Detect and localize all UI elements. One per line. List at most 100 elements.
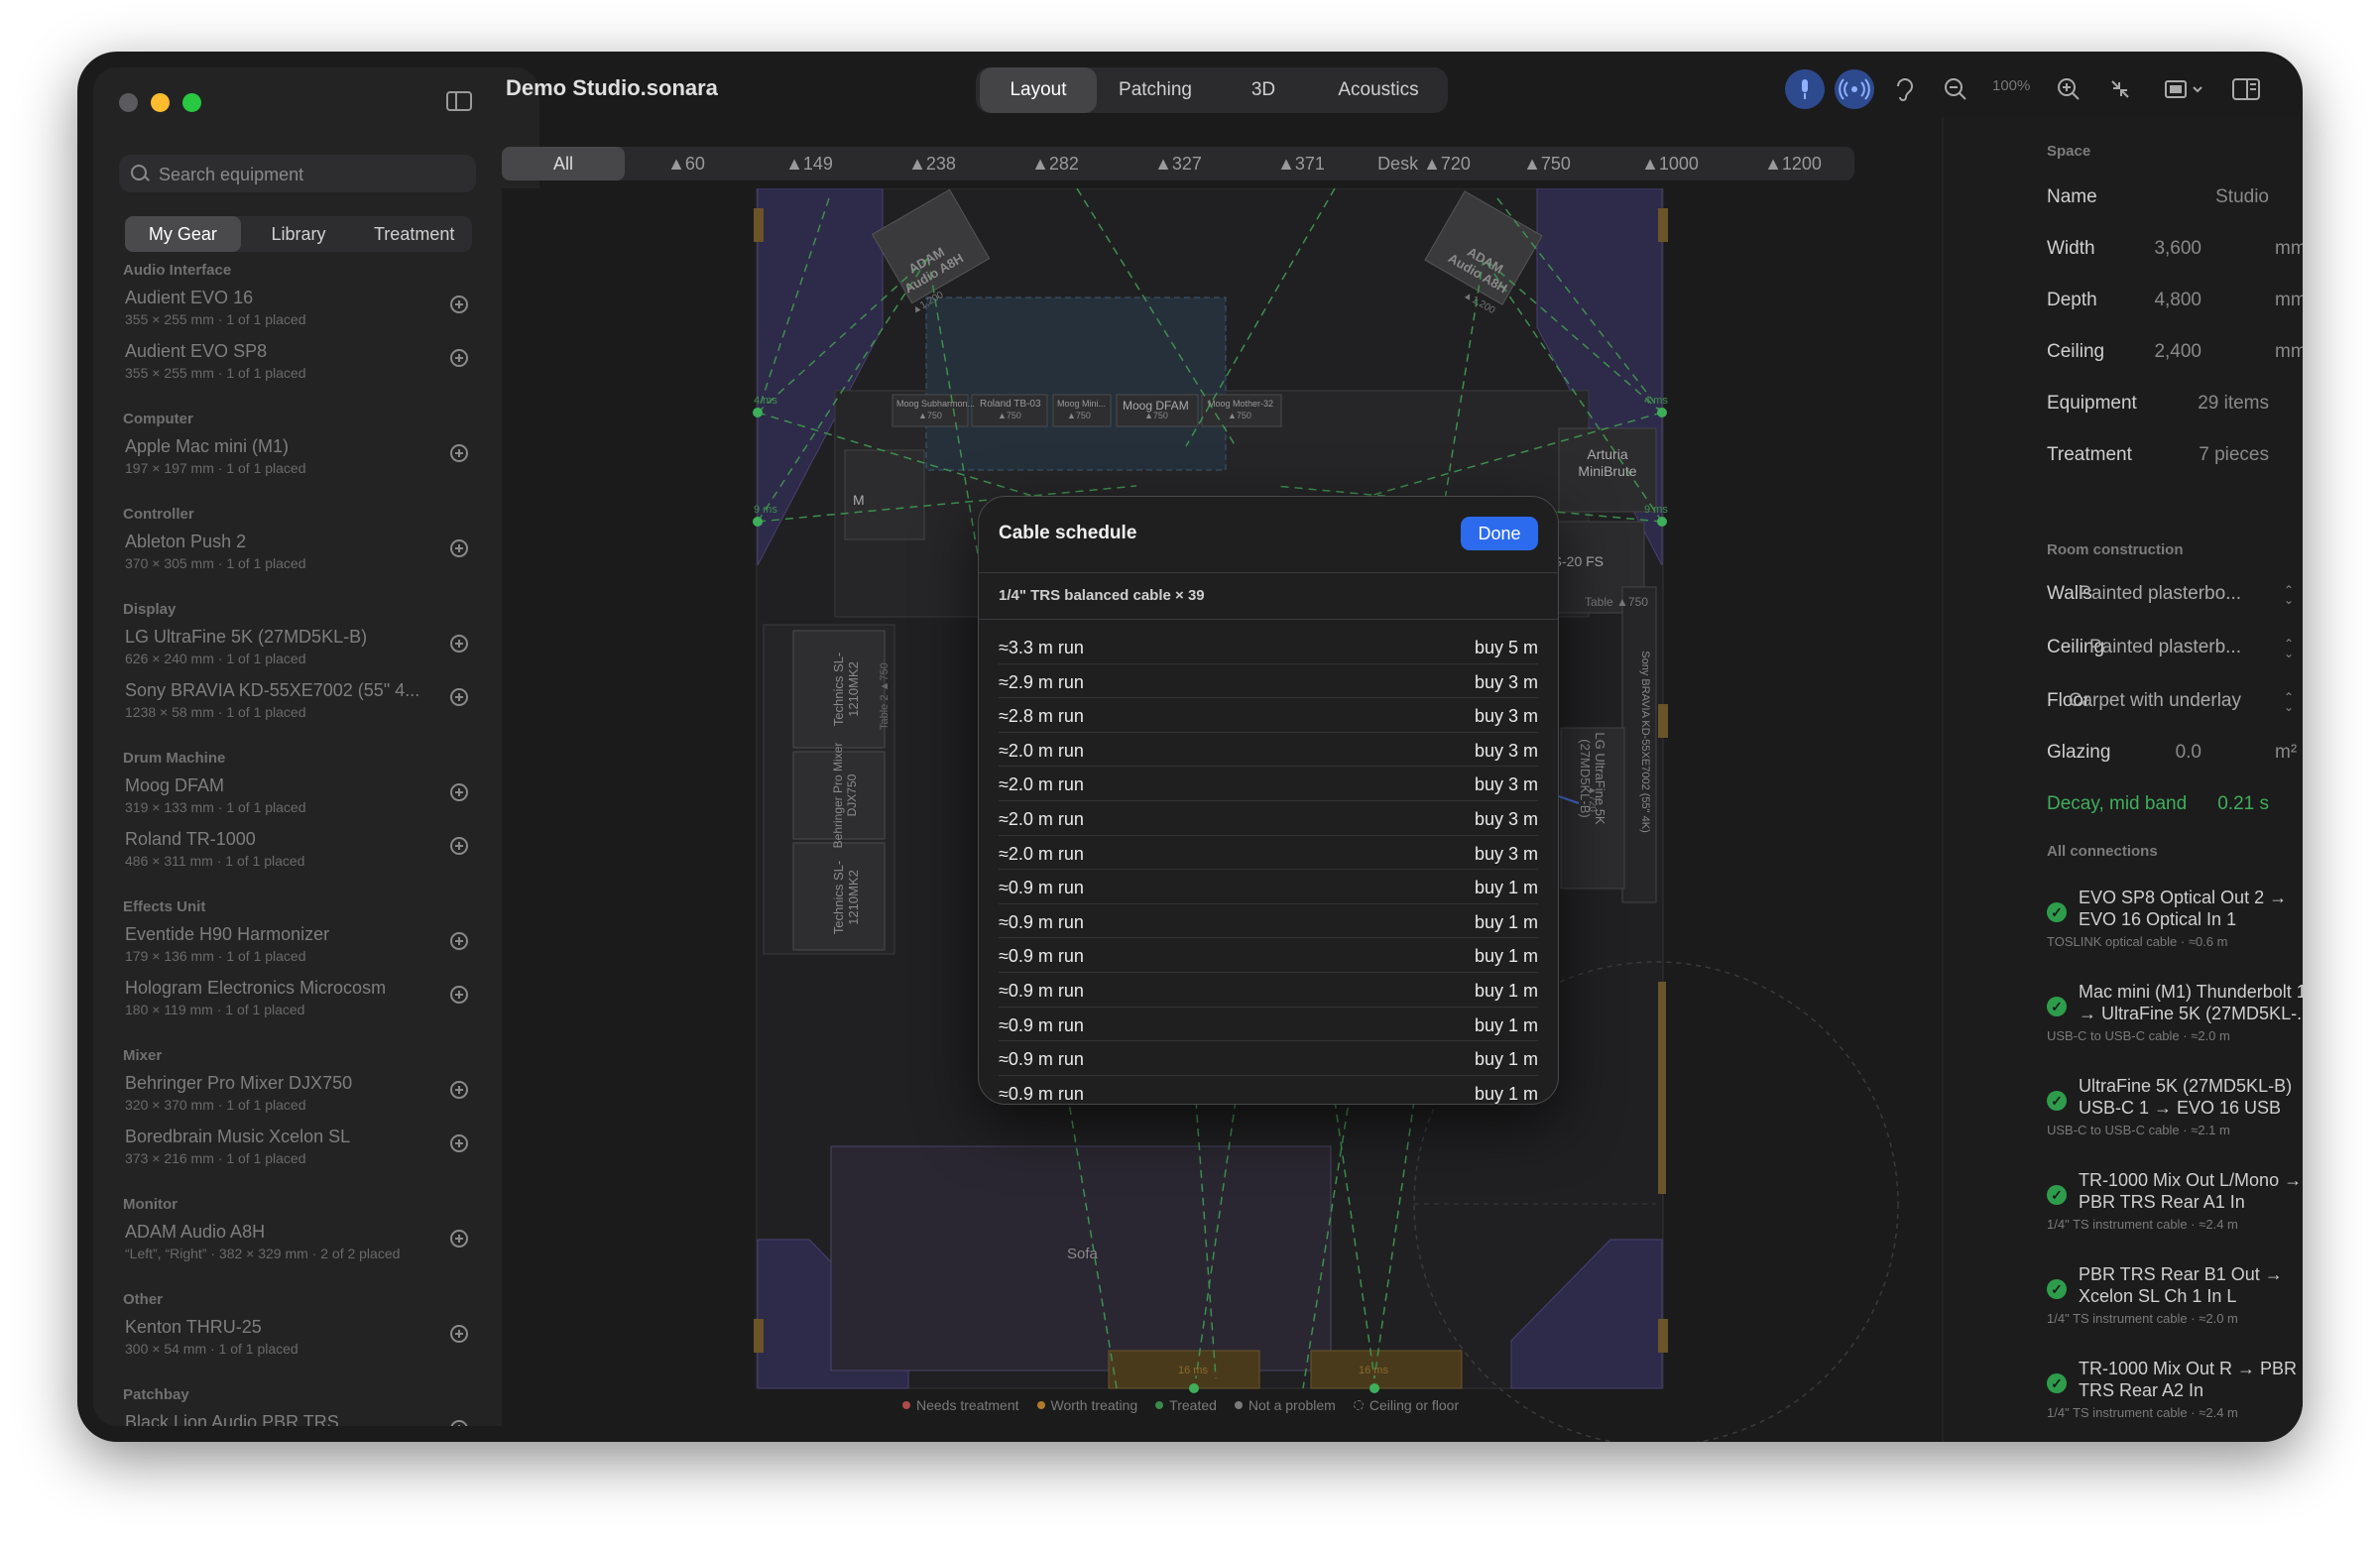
- search-icon: [131, 165, 147, 180]
- minimize-window-button[interactable]: [151, 93, 170, 112]
- height-filter-4[interactable]: ▲282: [994, 147, 1117, 180]
- prop-value[interactable]: 29 items: [2198, 393, 2269, 415]
- construction-select[interactable]: Painted plasterb...: [2089, 637, 2241, 658]
- equipment-name[interactable]: Sony BRAVIA KD-55XE7002 (55" 4...: [125, 680, 452, 701]
- done-button[interactable]: Done: [1461, 517, 1538, 550]
- tab-library[interactable]: Library: [241, 216, 357, 252]
- add-icon[interactable]: [450, 349, 468, 367]
- height-filter-9[interactable]: ▲1000: [1608, 147, 1731, 180]
- arturia-label: Arturia MiniBrute: [1578, 446, 1637, 479]
- prop-value[interactable]: 7 pieces: [2199, 444, 2269, 466]
- microphone-button[interactable]: [1785, 69, 1825, 109]
- tab-patching[interactable]: Patching: [1097, 67, 1214, 113]
- tab-my-gear[interactable]: My Gear: [125, 216, 241, 252]
- add-icon[interactable]: [450, 783, 468, 801]
- stepper-chevron-icon[interactable]: ⌃ ⌄: [2281, 584, 2297, 607]
- display-menu-button[interactable]: [2156, 69, 2211, 109]
- reflection-marker: [1658, 704, 1668, 738]
- height-filter-0[interactable]: All: [502, 147, 625, 180]
- cable-row: ≈0.9 m run buy 1 m: [999, 1008, 1538, 1042]
- equipment-name[interactable]: Audient EVO SP8: [125, 341, 452, 362]
- add-icon[interactable]: [450, 837, 468, 855]
- prop-value[interactable]: Studio: [2215, 186, 2269, 208]
- stepper-chevron-icon[interactable]: ⌃ ⌄: [2281, 691, 2297, 714]
- add-icon[interactable]: [450, 986, 468, 1004]
- equipment-name[interactable]: Kenton THRU-25: [125, 1317, 452, 1338]
- construction-select[interactable]: Painted plasterbo...: [2079, 583, 2241, 605]
- prop-value[interactable]: 4,800: [2154, 290, 2202, 311]
- cable-row: ≈2.0 m run buy 3 m: [999, 836, 1538, 871]
- sidebar-toggle-icon[interactable]: [446, 91, 472, 111]
- add-icon[interactable]: [450, 1325, 468, 1343]
- tab-layout[interactable]: Layout: [980, 67, 1097, 113]
- app-window: My Gear Library Treatment Audio Interfac…: [77, 52, 2303, 1442]
- connection-row[interactable]: ✓ EVO SP8 Optical Out 2 → EVO 16 Optical …: [2047, 887, 2303, 976]
- broadcast-button[interactable]: [1835, 69, 1874, 109]
- prop-label: Ceiling: [2047, 341, 2105, 362]
- synth-height: ▲750: [1228, 411, 1251, 420]
- equipment-name[interactable]: LG UltraFine 5K (27MD5KL-B): [125, 627, 452, 648]
- add-icon[interactable]: [450, 1081, 468, 1099]
- search-input[interactable]: [157, 155, 468, 194]
- legend-item: Needs treatment: [902, 1397, 1019, 1413]
- equipment-name[interactable]: Apple Mac mini (M1): [125, 436, 452, 457]
- listen-button[interactable]: [1884, 69, 1924, 109]
- maximize-window-button[interactable]: [182, 93, 201, 112]
- add-icon[interactable]: [450, 932, 468, 950]
- height-filter-8[interactable]: ▲750: [1486, 147, 1608, 180]
- connection-row[interactable]: ✓ TR-1000 Mix Out R → PBR TRS Rear A2 In 1…: [2047, 1358, 2303, 1442]
- connection-row[interactable]: ✓ Mac mini (M1) Thunderbolt 1 → UltraFine…: [2047, 981, 2303, 1070]
- construction-select[interactable]: Carpet with underlay: [2069, 690, 2241, 712]
- height-filter-2[interactable]: ▲149: [748, 147, 871, 180]
- cable-buy-length: buy 3 m: [1474, 774, 1538, 795]
- equipment-name[interactable]: Roland TR-1000: [125, 829, 452, 850]
- equipment-name[interactable]: Ableton Push 2: [125, 532, 452, 552]
- equipment-detail: 370 × 305 mm · 1 of 1 placed: [125, 555, 306, 571]
- add-icon[interactable]: [450, 444, 468, 462]
- height-filter-1[interactable]: ▲60: [625, 147, 748, 180]
- equipment-name[interactable]: Eventide H90 Harmonizer: [125, 924, 452, 945]
- equipment-name[interactable]: Hologram Electronics Microcosm: [125, 978, 452, 999]
- inspector-toggle-button[interactable]: [2225, 69, 2265, 109]
- add-icon[interactable]: [450, 1134, 468, 1152]
- height-filter-10[interactable]: ▲1200: [1731, 147, 1854, 180]
- connection-detail: 1/4" TS instrument cable · ≈2.4 m: [2047, 1217, 2238, 1232]
- equipment-detail: 355 × 255 mm · 1 of 1 placed: [125, 365, 306, 381]
- equipment-name[interactable]: ADAM Audio A8H: [125, 1222, 452, 1243]
- add-icon[interactable]: [450, 539, 468, 557]
- prop-value[interactable]: 2,400: [2154, 341, 2202, 363]
- equipment-name[interactable]: Moog DFAM: [125, 775, 452, 796]
- add-icon[interactable]: [450, 1230, 468, 1248]
- height-filter-3[interactable]: ▲238: [871, 147, 994, 180]
- height-filter-5[interactable]: ▲327: [1117, 147, 1240, 180]
- fit-button[interactable]: [2100, 69, 2140, 109]
- tab-acoustics[interactable]: Acoustics: [1313, 67, 1444, 113]
- connection-row[interactable]: ✓ UltraFine 5K (27MD5KL-B) USB-C 1 → EVO …: [2047, 1075, 2303, 1164]
- equipment-name[interactable]: Boredbrain Music Xcelon SL: [125, 1127, 452, 1147]
- connection-row[interactable]: ✓ PBR TRS Rear B1 Out → Xcelon SL Ch 1 In…: [2047, 1263, 2303, 1353]
- add-icon[interactable]: [450, 635, 468, 653]
- height-filter-7[interactable]: Desk ▲720: [1363, 147, 1486, 180]
- add-icon[interactable]: [450, 688, 468, 706]
- zoom-out-button[interactable]: [1936, 69, 1975, 109]
- delay-label: 4 ms: [754, 395, 777, 407]
- stepper-chevron-icon[interactable]: ⌃ ⌄: [2281, 638, 2297, 660]
- close-window-button[interactable]: [119, 93, 138, 112]
- add-icon[interactable]: [450, 296, 468, 313]
- connection-row[interactable]: ✓ TR-1000 Mix Out L/Mono → PBR TRS Rear A…: [2047, 1169, 2303, 1258]
- height-filter-6[interactable]: ▲371: [1240, 147, 1363, 180]
- add-icon[interactable]: [450, 1420, 468, 1426]
- tab-treatment[interactable]: Treatment: [356, 216, 472, 252]
- equipment-name[interactable]: Behringer Pro Mixer DJX750: [125, 1073, 452, 1094]
- glazing-value[interactable]: 0.0: [2176, 742, 2202, 764]
- search-field[interactable]: [119, 155, 476, 194]
- cable-row: ≈2.0 m run buy 3 m: [999, 767, 1538, 801]
- equipment-detail: 355 × 255 mm · 1 of 1 placed: [125, 311, 306, 327]
- cable-schedule-list[interactable]: ≈3.3 m run buy 5 m ≈2.9 m run buy 3 m ≈2.8 m…: [999, 630, 1538, 1104]
- equipment-name[interactable]: Black Lion Audio PBR TRS: [125, 1412, 452, 1426]
- tab-3d[interactable]: 3D: [1214, 67, 1313, 113]
- zoom-in-button[interactable]: [2049, 69, 2088, 109]
- legend-dot-icon: [902, 1401, 910, 1409]
- prop-value[interactable]: 3,600: [2154, 238, 2202, 260]
- equipment-name[interactable]: Audient EVO 16: [125, 288, 452, 308]
